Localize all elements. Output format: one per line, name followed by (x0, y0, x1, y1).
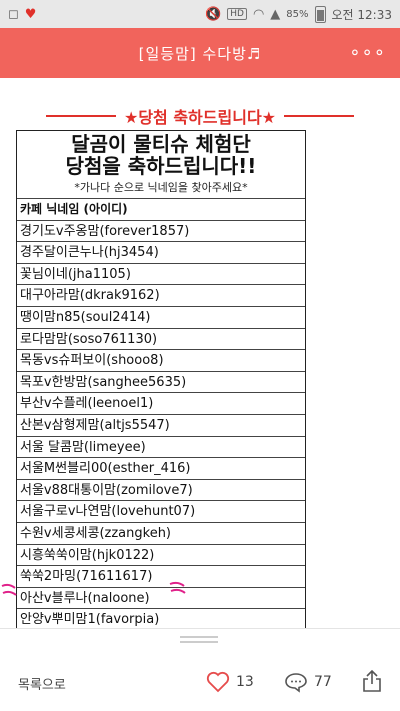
winner-row: 목동vs슈퍼보이(shooo8) (17, 350, 305, 372)
board-title: [일등맘] 수다방♬ (138, 44, 262, 63)
heading-line-1: 달곰이 물티슈 체험단 (71, 132, 251, 156)
winner-row: 목포v한방맘(sanghee5635) (17, 372, 305, 394)
comment-icon (285, 673, 307, 693)
mute-icon: 🔇 (205, 6, 222, 22)
winner-row: 경주달이큰누나(hj3454) (17, 242, 305, 264)
banner-line-right (284, 115, 355, 117)
heart-notification-icon: ♥ (24, 6, 37, 22)
more-dots-icon[interactable]: ∘∘∘ (349, 42, 386, 63)
heading-note: *가나다 순으로 닉네임을 찾아주세요* (74, 181, 248, 194)
post-content[interactable]: ★당첨 축하드립니다★ 달곰이 물티슈 체험단 당첨을 축하드립니다!! *가나… (0, 78, 400, 628)
winner-row: 산본v삼형제맘(altjs5547) (17, 415, 305, 437)
comment-button[interactable]: 77 (284, 671, 332, 693)
winner-row: 부산v수플레(leenoel1) (17, 393, 305, 415)
signal-icon: ▲ (270, 6, 281, 22)
winner-row: 땡이맘n85(soul2414) (17, 307, 305, 329)
battery-percent: 85% (286, 8, 309, 20)
back-to-list-button[interactable]: 목록으로 (18, 674, 66, 693)
winners-table: 달곰이 물티슈 체험단 당첨을 축하드립니다!! *가나다 순으로 닉네임을 찾… (16, 130, 306, 628)
winner-row: 대구아라맘(dkrak9162) (17, 285, 305, 307)
winner-row: 아산v블루나(naloone) (17, 588, 305, 610)
drag-handle[interactable] (180, 636, 218, 643)
winner-row: 경기도v주옹맘(forever1857) (17, 221, 305, 243)
battery-icon (314, 5, 326, 23)
winner-row: 꽃님이네(jha1105) (17, 264, 305, 286)
winners-heading: 달곰이 물티슈 체험단 당첨을 축하드립니다!! *가나다 순으로 닉네임을 찾… (17, 131, 305, 199)
column-header: 카페 닉네임 (아이디) (17, 199, 305, 221)
clock: 오전 12:33 (331, 7, 392, 22)
wifi-icon: ◠ (252, 6, 265, 22)
like-button[interactable]: 13 (206, 671, 254, 693)
banner-line-left (45, 115, 116, 117)
winner-row: 로다맘맘(soso761130) (17, 329, 305, 351)
comment-count: 77 (314, 674, 332, 690)
highlight-mark-left (1, 583, 17, 596)
winner-row: 쑥쑥2마밍(71611617) (17, 566, 305, 588)
banner-text: ★당첨 축하드립니다★ (123, 108, 277, 127)
hd-indicator: HD (227, 8, 247, 20)
heading-line-2: 당첨을 축하드립니다!! (65, 154, 257, 178)
winner-row: 수원v세콩세콩(zzangkeh) (17, 523, 305, 545)
winner-row: 서울M썬블리00(esther_416) (17, 458, 305, 480)
like-count: 13 (236, 674, 254, 690)
status-bar: ◻ ♥ 🔇 HD ◠ ▲ 85% 오전 12:33 (0, 0, 400, 28)
winner-row: 시흥쑥쑥이맘(hjk0122) (17, 545, 305, 567)
winner-row: 안양v뿌미맘1(favorpia) (17, 609, 305, 628)
heart-icon (206, 671, 230, 693)
share-icon[interactable] (362, 669, 382, 693)
winner-row: 서울구로v나연맘(lovehunt07) (17, 501, 305, 523)
winner-row: 서울 달콤맘(limeyee) (17, 437, 305, 459)
congrats-banner: ★당첨 축하드립니다★ (0, 104, 400, 128)
app-header: [일등맘] 수다방♬ ∘∘∘ (0, 28, 400, 78)
notification-icon: ◻ (8, 6, 19, 22)
winner-row: 서울v88대통이맘(zomilove7) (17, 480, 305, 502)
